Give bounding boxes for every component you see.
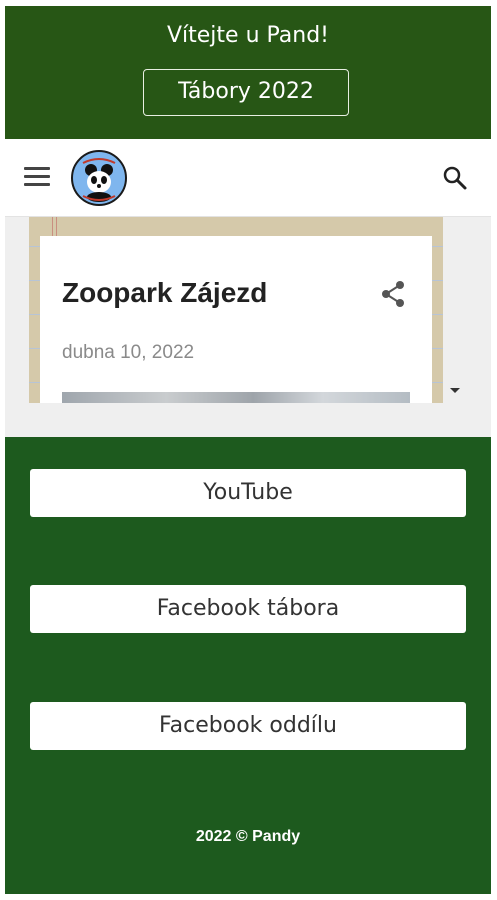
post-date: dubna 10, 2022 [62,342,195,363]
top-banner: Vítejte u Pand! Tábory 2022 [5,6,491,139]
youtube-button[interactable]: YouTube [30,469,466,517]
hamburger-menu-icon[interactable] [24,167,50,187]
chevron-down-icon[interactable] [450,388,460,393]
notebook-paper-background: Zoopark Zájezd dubna 10, 2022 [29,217,443,403]
post-title[interactable]: Zoopark Zájezd [62,277,267,309]
facebook-troop-button[interactable]: Facebook oddílu [30,702,466,750]
page-frame: Vítejte u Pand! Tábory 2022 Zoopark Záje… [5,6,491,894]
share-icon[interactable] [378,279,408,309]
search-icon[interactable] [442,165,468,191]
post-card[interactable]: Zoopark Zájezd dubna 10, 2022 [40,236,432,403]
post-image-preview[interactable] [62,392,410,403]
footer-copyright: 2022 © Pandy [195,828,301,845]
panda-logo[interactable] [71,150,127,206]
navbar [5,139,491,217]
facebook-camp-button[interactable]: Facebook tábora [30,585,466,633]
camps-2022-button[interactable]: Tábory 2022 [143,69,349,116]
post-preview-area: Zoopark Zájezd dubna 10, 2022 [5,217,491,437]
welcome-heading: Vítejte u Pand! [166,23,329,48]
panda-logo-image [75,154,123,202]
